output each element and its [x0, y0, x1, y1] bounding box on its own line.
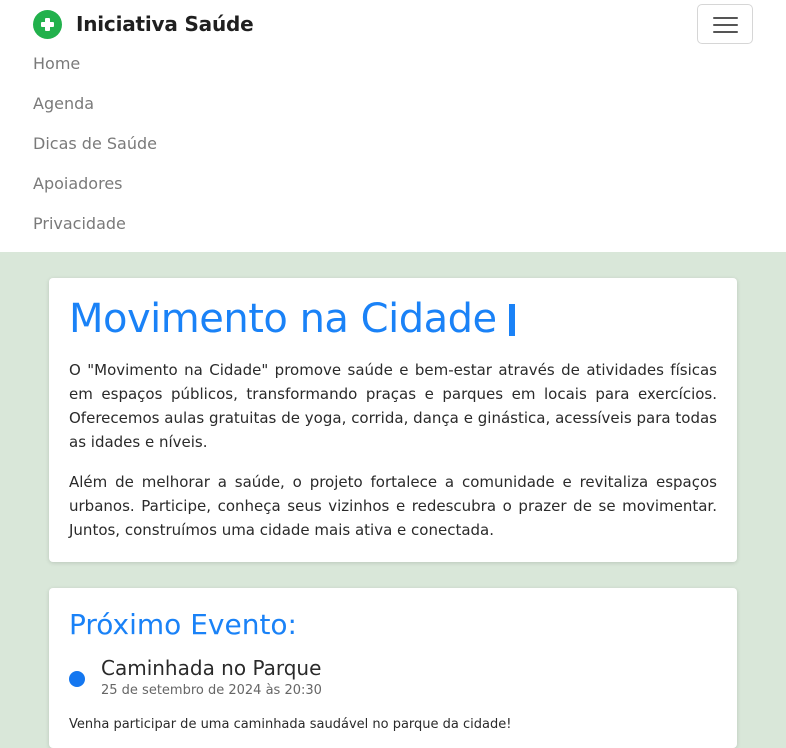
hamburger-menu-icon	[713, 17, 738, 19]
hero-title: Movimento na Cidade	[69, 296, 515, 342]
nav-link-apoiadores[interactable]: Apoiadores	[33, 168, 157, 208]
nav-link-home[interactable]: Home	[33, 48, 157, 88]
nav-link-dicas-de-saude[interactable]: Dicas de Saúde	[33, 128, 157, 168]
event-name: Caminhada no Parque	[101, 656, 322, 680]
hero-title-text: Movimento na Cidade	[69, 296, 497, 342]
hero-paragraph: O "Movimento na Cidade" promove saúde e …	[69, 361, 717, 451]
plus-circle-icon	[33, 9, 62, 39]
nav-menu: Home Agenda Dicas de Saúde Apoiadores Pr…	[33, 48, 157, 248]
hamburger-menu-icon	[713, 31, 738, 33]
navbar: Iniciativa Saúde Home Agenda Dicas de Sa…	[0, 0, 786, 252]
hero-card: Movimento na Cidade O "Movimento na Cida…	[49, 278, 737, 562]
event-section-title: Próximo Evento:	[69, 608, 297, 641]
brand-link[interactable]: Iniciativa Saúde	[33, 9, 254, 39]
event-card: Próximo Evento: Caminhada no Parque 25 d…	[49, 588, 737, 748]
hamburger-menu-icon	[713, 24, 738, 26]
nav-link-agenda[interactable]: Agenda	[33, 88, 157, 128]
brand-name: Iniciativa Saúde	[76, 12, 254, 36]
typing-cursor	[508, 304, 515, 336]
hero-paragraph: Além de melhorar a saúde, o projeto fort…	[69, 473, 717, 539]
nav-link-privacidade[interactable]: Privacidade	[33, 208, 157, 248]
event-date: 25 de setembro de 2024 às 20:30	[101, 683, 322, 698]
menu-toggle-button[interactable]	[697, 4, 753, 44]
event-bullet-icon	[69, 671, 85, 687]
event-description: Venha participar de uma caminhada saudáv…	[69, 717, 512, 732]
